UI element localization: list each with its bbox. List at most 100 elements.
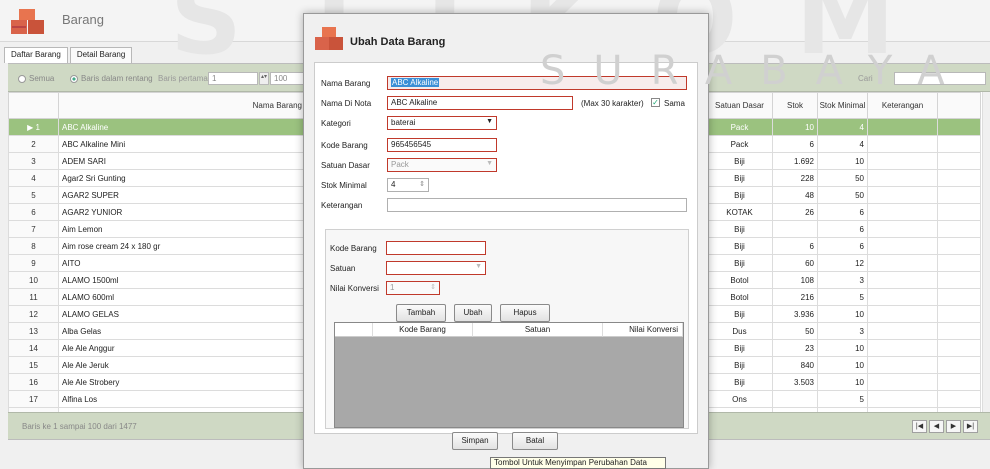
note-cell[interactable] bbox=[867, 254, 938, 272]
name-cell[interactable]: Agar2 Sri Gunting bbox=[58, 169, 309, 187]
row-number-cell[interactable]: 9 bbox=[8, 254, 59, 272]
tab-daftar-barang[interactable]: Daftar Barang bbox=[4, 47, 68, 63]
row-number-cell[interactable]: 5 bbox=[8, 186, 59, 204]
unit-cell[interactable]: Biji bbox=[706, 237, 773, 255]
unit-cell[interactable]: Botol bbox=[706, 271, 773, 289]
unit-cell[interactable]: Biji bbox=[706, 356, 773, 374]
min-stock-cell[interactable]: 50 bbox=[817, 169, 868, 187]
stock-cell[interactable]: 216 bbox=[772, 288, 818, 306]
note-cell[interactable] bbox=[867, 356, 938, 374]
kode-barang-input[interactable]: 965456545 bbox=[387, 138, 497, 152]
extra-cell[interactable] bbox=[937, 254, 981, 272]
unit-cell[interactable]: Biji bbox=[706, 169, 773, 187]
stock-cell[interactable]: 6 bbox=[772, 135, 818, 153]
add-conversion-button[interactable]: Tambah bbox=[396, 304, 446, 322]
conv-satuan-select[interactable]: ▼ bbox=[386, 261, 486, 275]
note-cell[interactable] bbox=[867, 271, 938, 289]
name-cell[interactable]: Ale Ale Jeruk bbox=[58, 356, 309, 374]
row-number-cell[interactable]: 8 bbox=[8, 237, 59, 255]
conversion-header-kode[interactable]: Kode Barang bbox=[373, 323, 473, 337]
name-cell[interactable]: AGAR2 SUPER bbox=[58, 186, 309, 204]
extra-cell[interactable] bbox=[937, 373, 981, 391]
min-stock-cell[interactable]: 4 bbox=[817, 135, 868, 153]
note-cell[interactable] bbox=[867, 169, 938, 187]
stock-cell[interactable] bbox=[772, 220, 818, 238]
unit-cell[interactable]: Botol bbox=[706, 288, 773, 306]
min-stock-cell[interactable]: 10 bbox=[817, 373, 868, 391]
stepper-icon[interactable]: ⇕ bbox=[419, 180, 425, 188]
vertical-scrollbar[interactable] bbox=[982, 92, 990, 412]
stock-cell[interactable]: 50 bbox=[772, 322, 818, 340]
stock-cell[interactable]: 60 bbox=[772, 254, 818, 272]
name-cell[interactable]: AITO bbox=[58, 254, 309, 272]
extra-cell[interactable] bbox=[937, 135, 981, 153]
stock-cell[interactable]: 26 bbox=[772, 203, 818, 221]
row-number-cell[interactable]: 13 bbox=[8, 322, 59, 340]
save-button[interactable]: Simpan bbox=[452, 432, 498, 450]
edit-conversion-button[interactable]: Ubah bbox=[454, 304, 492, 322]
last-page-icon[interactable]: ▶| bbox=[963, 420, 978, 433]
min-stock-cell[interactable]: 5 bbox=[817, 390, 868, 408]
nama-barang-input[interactable]: ABC Alkaline bbox=[387, 76, 687, 90]
extra-cell[interactable] bbox=[937, 305, 981, 323]
note-cell[interactable] bbox=[867, 118, 938, 136]
first-page-icon[interactable]: |◀ bbox=[912, 420, 927, 433]
tab-detail-barang[interactable]: Detail Barang bbox=[69, 47, 133, 63]
name-cell[interactable]: ADEM SARI bbox=[58, 152, 309, 170]
min-stock-cell[interactable]: 3 bbox=[817, 322, 868, 340]
min-stock-cell[interactable]: 10 bbox=[817, 339, 868, 357]
extra-cell[interactable] bbox=[937, 288, 981, 306]
column-header-stock[interactable]: Stok bbox=[772, 92, 818, 119]
row-number-cell[interactable]: 17 bbox=[8, 390, 59, 408]
extra-cell[interactable] bbox=[937, 186, 981, 204]
name-cell[interactable]: Alba Gelas bbox=[58, 322, 309, 340]
extra-cell[interactable] bbox=[937, 118, 981, 136]
row-number-cell[interactable]: 11 bbox=[8, 288, 59, 306]
name-cell[interactable]: ALAMO 600ml bbox=[58, 288, 309, 306]
extra-cell[interactable] bbox=[937, 203, 981, 221]
row-number-cell[interactable]: 10 bbox=[8, 271, 59, 289]
conv-nilai-input[interactable]: 1 ⇕ bbox=[386, 281, 440, 295]
search-input[interactable] bbox=[894, 72, 986, 85]
first-row-input[interactable]: 1 bbox=[208, 72, 258, 85]
unit-cell[interactable]: Ons bbox=[706, 390, 773, 408]
extra-cell[interactable] bbox=[937, 390, 981, 408]
extra-cell[interactable] bbox=[937, 152, 981, 170]
name-cell[interactable]: ABC Alkaline Mini bbox=[58, 135, 309, 153]
unit-cell[interactable]: Dus bbox=[706, 322, 773, 340]
stock-cell[interactable]: 228 bbox=[772, 169, 818, 187]
extra-cell[interactable] bbox=[937, 356, 981, 374]
unit-cell[interactable]: Pack bbox=[706, 135, 773, 153]
unit-cell[interactable]: Biji bbox=[706, 186, 773, 204]
note-cell[interactable] bbox=[867, 305, 938, 323]
unit-cell[interactable]: Biji bbox=[706, 373, 773, 391]
note-cell[interactable] bbox=[867, 373, 938, 391]
extra-cell[interactable] bbox=[937, 169, 981, 187]
unit-cell[interactable]: Biji bbox=[706, 305, 773, 323]
column-header-unit[interactable]: Satuan Dasar bbox=[706, 92, 773, 119]
nama-nota-input[interactable]: ABC Alkaline bbox=[387, 96, 573, 110]
stock-cell[interactable]: 48 bbox=[772, 186, 818, 204]
name-cell[interactable]: Aim rose cream 24 x 180 gr bbox=[58, 237, 309, 255]
extra-cell[interactable] bbox=[937, 220, 981, 238]
stock-cell[interactable]: 10 bbox=[772, 118, 818, 136]
unit-cell[interactable]: Biji bbox=[706, 339, 773, 357]
stock-cell[interactable]: 3.503 bbox=[772, 373, 818, 391]
row-number-cell[interactable]: 7 bbox=[8, 220, 59, 238]
row-number-cell[interactable]: 14 bbox=[8, 339, 59, 357]
note-cell[interactable] bbox=[867, 339, 938, 357]
note-cell[interactable] bbox=[867, 186, 938, 204]
unit-cell[interactable]: Biji bbox=[706, 220, 773, 238]
sama-checkbox[interactable]: ✓ bbox=[651, 98, 660, 107]
keterangan-input[interactable] bbox=[387, 198, 687, 212]
note-cell[interactable] bbox=[867, 390, 938, 408]
note-cell[interactable] bbox=[867, 322, 938, 340]
name-cell[interactable]: Ale Ale Strobery bbox=[58, 373, 309, 391]
stepper-icon[interactable]: ⇕ bbox=[430, 283, 436, 291]
min-stock-cell[interactable]: 3 bbox=[817, 271, 868, 289]
delete-conversion-button[interactable]: Hapus bbox=[500, 304, 550, 322]
column-header-name[interactable]: Nama Barang bbox=[58, 92, 309, 119]
stok-minimal-input[interactable]: 4 ⇕ bbox=[387, 178, 429, 192]
row-number-cell[interactable]: 6 bbox=[8, 203, 59, 221]
cancel-button[interactable]: Batal bbox=[512, 432, 558, 450]
